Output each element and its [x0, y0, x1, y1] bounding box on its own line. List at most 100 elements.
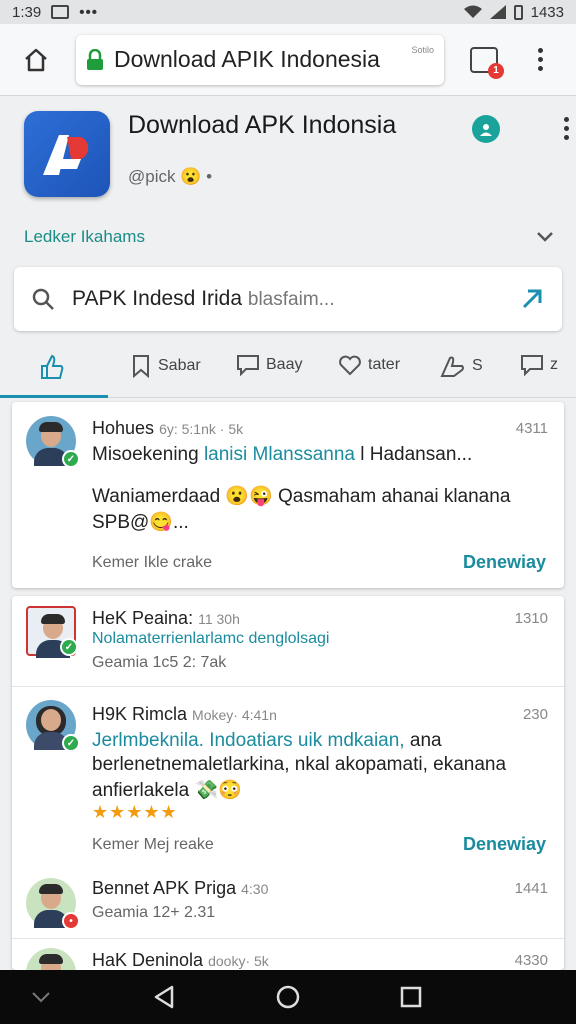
status-time: 1:39: [12, 3, 42, 21]
browser-toolbar: Download APIK Indonesia Sotilo 1: [0, 24, 576, 96]
post-text-tail: ana: [404, 730, 442, 751]
status-clock: 1433: [530, 3, 564, 21]
avatar[interactable]: ✓: [26, 606, 78, 658]
avatar[interactable]: ✓: [26, 416, 80, 468]
verified-check-icon: ✓: [62, 450, 80, 468]
send-arrow-icon[interactable]: [520, 287, 544, 311]
tab-more[interactable]: z: [520, 354, 558, 376]
post-text-plain: Misoekening: [92, 444, 204, 465]
download-link[interactable]: Denewiay: [463, 552, 546, 573]
tab-share-label: S: [472, 357, 483, 374]
system-nav-bar: [0, 970, 576, 1024]
back-icon[interactable]: [152, 984, 176, 1010]
author-name: Bennet APK Priga: [92, 878, 237, 898]
section-label[interactable]: Ledker Ikahams: [24, 227, 145, 247]
post-line-3: SPB@😋...: [92, 512, 189, 533]
badge-icon: •: [62, 912, 80, 930]
avatar[interactable]: •: [26, 878, 80, 930]
status-bar: 1:39 ••• 1433: [0, 0, 576, 24]
post-text-link[interactable]: Jerlmbeknila. Indoatiars uik mdkaian,: [92, 730, 405, 751]
post-line-2: Waniamerdaad 😮😜 Qasmaham ahanai klanana: [92, 486, 511, 507]
post-author[interactable]: HaK Deninola dooky· 5k: [92, 950, 269, 971]
lock-icon: [87, 48, 103, 70]
post-author[interactable]: Bennet APK Priga 4:30: [92, 878, 268, 899]
hide-keyboard-icon[interactable]: [30, 990, 52, 1004]
address-bar[interactable]: Download APIK Indonesia Sotilo: [76, 34, 444, 85]
tab-save[interactable]: Sabar: [130, 354, 201, 378]
author-name: HaK Deninola: [92, 950, 204, 970]
rating-stars: ★★★★★: [92, 802, 178, 822]
search-icon: [32, 288, 54, 310]
heart-icon: [339, 355, 361, 376]
post-timestamp: 230: [522, 706, 548, 723]
tab-comment[interactable]: Baay: [236, 354, 302, 376]
tab-save-label: Sabar: [158, 357, 201, 374]
chat-icon: [521, 355, 543, 376]
post-meta: 6y: 5:1nk · 5k: [159, 421, 244, 437]
post-stats: Geamia 12+ 2.31: [92, 904, 216, 921]
tab-share[interactable]: S: [440, 354, 483, 378]
post-line-1: Misoekening lanisi Mlanssanna l Hadansan…: [92, 444, 472, 466]
comment-icon: [237, 355, 259, 376]
post-card: ✓ Hohues 6y: 5:1nk · 5k 4311 Misoekening…: [12, 402, 564, 588]
url-annotation: Sotilo: [411, 44, 434, 55]
tab-count-badge: 1: [488, 62, 504, 79]
post-stats: Geamia 1c5 2: 7ak: [92, 654, 227, 671]
search-placeholder: blasfaim...: [247, 289, 335, 310]
page-title-in-url: Download APIK Indonesia: [114, 46, 380, 72]
post-list-card: ✓ HeK Peaina: 11 30h 1310 Nolamaterrienl…: [12, 596, 564, 998]
post-timestamp: 4330: [514, 952, 548, 969]
post-text-link[interactable]: lanisi Mlanssanna: [204, 444, 355, 465]
author-name: HeK Peaina:: [92, 608, 194, 628]
tab-favorite[interactable]: tater: [338, 354, 400, 376]
post-line-3: anfierlakela 💸😳: [92, 780, 242, 801]
action-tabs: Sabar Baay tater S z: [0, 340, 576, 398]
verified-check-icon: ✓: [60, 638, 78, 656]
post-line-2: berlenetnemaletlarkina, nkal akopamati, …: [92, 754, 507, 775]
post-author[interactable]: HeK Peaina: 11 30h: [92, 608, 240, 629]
post-footer-info: Kemer Mej reake: [92, 836, 214, 853]
search-input[interactable]: PAPK Indesd Irida blasfaim...: [72, 287, 334, 311]
post-line-1: Jerlmbeknila. Indoatiars uik mdkaian, an…: [92, 730, 442, 752]
apk-logo-icon: [43, 135, 89, 175]
person-icon: [480, 124, 492, 136]
home-circle-icon[interactable]: [276, 985, 300, 1009]
post-text-tail: l Hadansan...: [354, 444, 473, 465]
search-query: PAPK Indesd Irida: [72, 287, 243, 310]
tab-comment-label: Baay: [266, 356, 303, 373]
post-timestamp: 4311: [515, 420, 548, 437]
post-meta: Mokey· 4:41n: [192, 707, 277, 723]
browser-menu-button[interactable]: [528, 45, 552, 75]
home-button[interactable]: [12, 36, 60, 84]
chevron-down-icon[interactable]: [534, 225, 556, 247]
wifi-icon: [463, 5, 482, 18]
avatar[interactable]: ✓: [26, 700, 80, 752]
signal-icon: [489, 5, 506, 19]
more-notifications-icon: •••: [79, 3, 98, 21]
bookmark-icon: [133, 355, 149, 378]
recents-icon[interactable]: [400, 986, 422, 1008]
post-footer-info: Kemer Ikle crake: [92, 554, 213, 571]
active-tab-indicator: [0, 395, 108, 398]
download-link[interactable]: Denewiay: [463, 834, 546, 855]
tabs-button[interactable]: 1: [470, 46, 504, 79]
app-handle: @pick 😮 •: [128, 167, 212, 187]
share-icon: [440, 356, 464, 377]
post-author[interactable]: H9K Rimcla Mokey· 4:41n: [92, 704, 277, 725]
app-logo: [24, 111, 110, 197]
author-name: Hohues: [92, 418, 155, 438]
home-icon: [25, 48, 47, 71]
post-meta: 11 30h: [198, 611, 240, 627]
tab-more-label: z: [550, 356, 558, 373]
search-bar[interactable]: PAPK Indesd Irida blasfaim...: [14, 267, 562, 331]
post-meta: dooky· 5k: [208, 953, 269, 969]
follow-button[interactable]: [472, 115, 500, 143]
post-author[interactable]: Hohues 6y: 5:1nk · 5k: [92, 418, 243, 439]
post-summary[interactable]: Nolamaterrienlarlamc denglolsagi: [92, 630, 329, 648]
tab-like[interactable]: [40, 354, 64, 380]
handle-text: @pick: [128, 167, 176, 186]
author-name: H9K Rimcla: [92, 704, 188, 724]
verified-check-icon: ✓: [62, 734, 80, 752]
app-menu-button[interactable]: [554, 113, 576, 143]
post-timestamp: 1441: [514, 880, 548, 897]
